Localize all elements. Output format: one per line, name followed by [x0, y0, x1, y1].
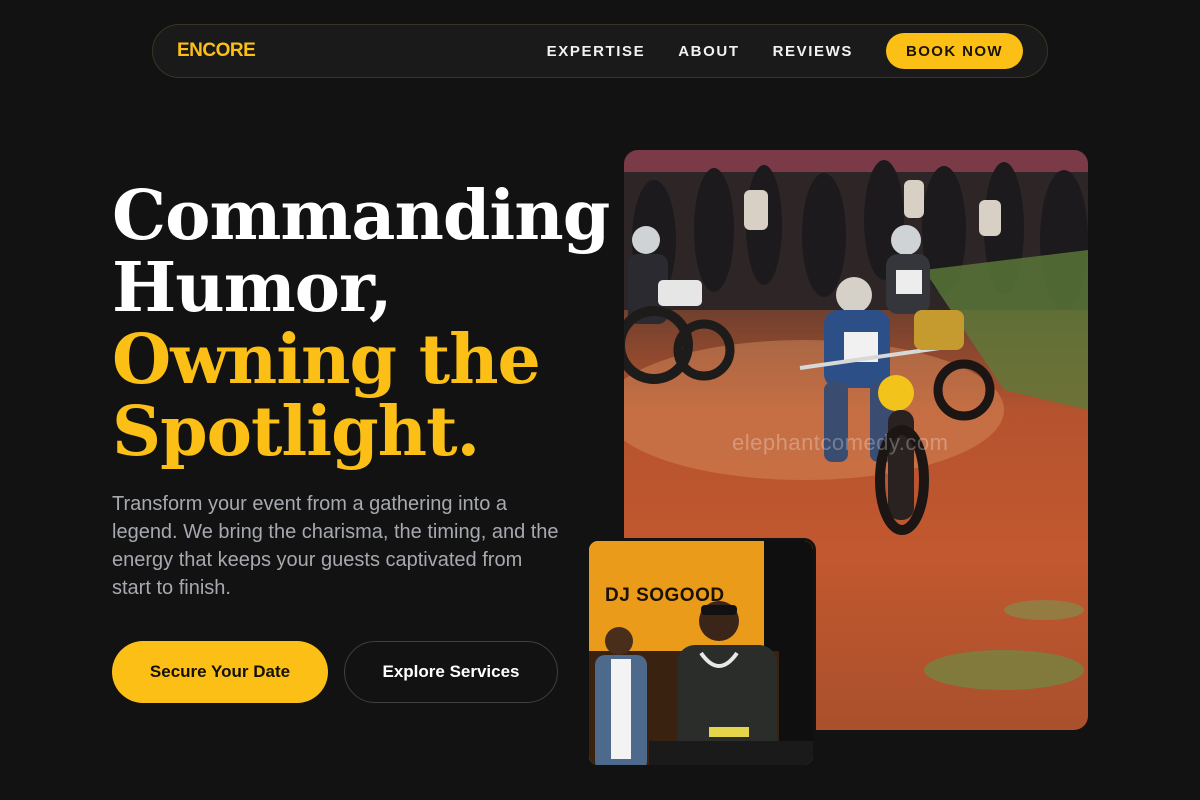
- nav-link-expertise[interactable]: EXPERTISE: [547, 43, 646, 60]
- photo-watermark: elephantcomedy.com: [732, 430, 949, 455]
- hero-description: Transform your event from a gathering in…: [112, 493, 559, 599]
- dj-sign-text: DJ SOGOOD: [605, 585, 725, 606]
- book-now-button[interactable]: BOOK NOW: [885, 33, 1023, 69]
- top-nav: ENCORE EXPERTISE ABOUT REVIEWS BOOK NOW: [152, 24, 1048, 78]
- logo[interactable]: ENCORE: [177, 40, 256, 62]
- nav-link-about[interactable]: ABOUT: [678, 43, 739, 60]
- dj-photo: DJ SOGOOD: [586, 538, 816, 768]
- hero-title-accent-1: Owning the: [112, 320, 541, 400]
- hero-title-accent-2: Spotlight.: [112, 392, 480, 472]
- nav-link-reviews[interactable]: REVIEWS: [773, 43, 853, 60]
- secure-date-button[interactable]: Secure Your Date: [112, 641, 328, 703]
- explore-services-button[interactable]: Explore Services: [344, 641, 558, 703]
- hero-title-line-1: Commanding: [112, 176, 610, 256]
- nav-links: EXPERTISE ABOUT REVIEWS BOOK NOW: [547, 33, 1023, 69]
- dj-scene: [589, 541, 813, 765]
- hero-title-line-2: Humor,: [112, 248, 393, 328]
- hero-title: Commanding Humor, Owning the Spotlight.: [112, 176, 610, 472]
